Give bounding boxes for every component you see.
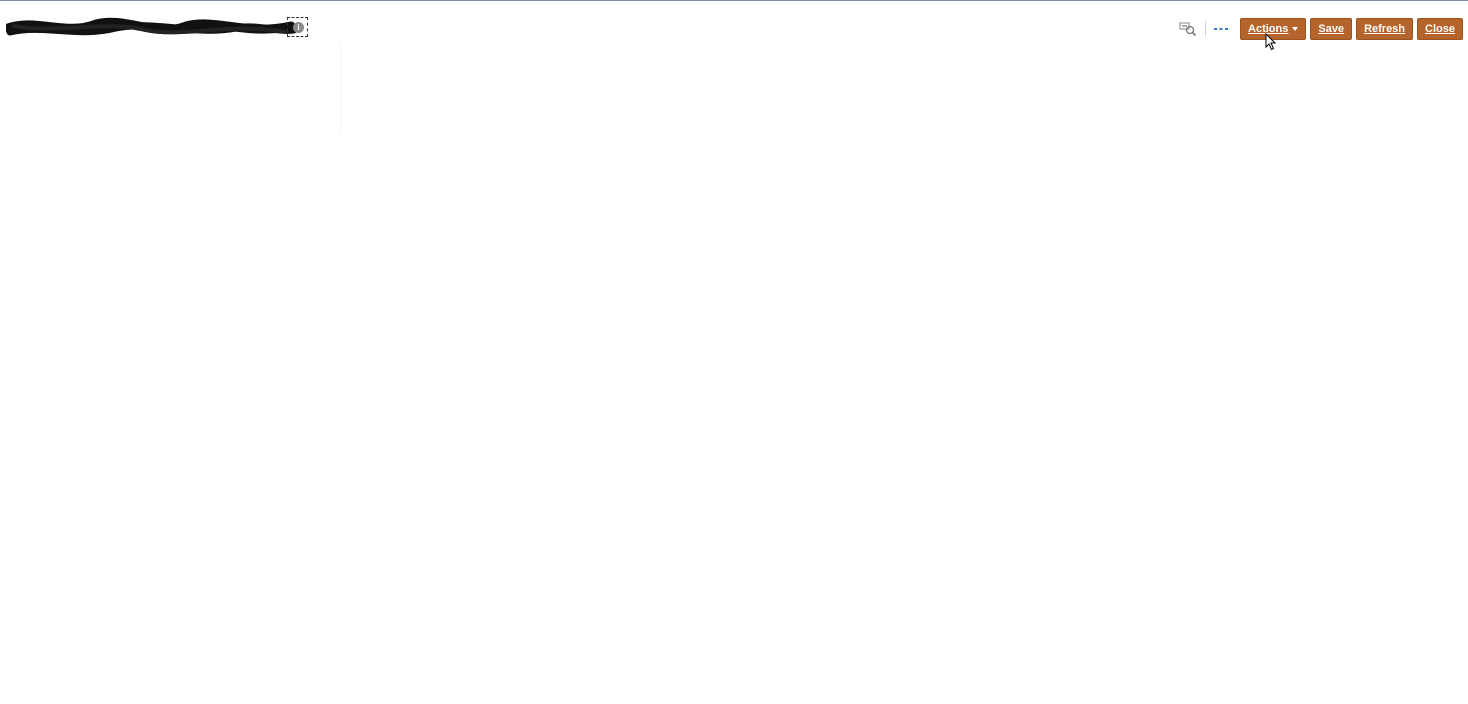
- info-button[interactable]: i: [287, 17, 308, 37]
- close-button[interactable]: Close: [1417, 18, 1463, 40]
- toolbar-separator: [1205, 21, 1207, 37]
- redacted-title-scribble: [6, 17, 298, 36]
- refresh-button-label: Refresh: [1364, 23, 1406, 35]
- save-button-label: Save: [1318, 23, 1345, 35]
- toolbar: Actions Save Refresh Close: [1177, 17, 1463, 41]
- page-title-area: i: [6, 14, 311, 42]
- save-button[interactable]: Save: [1310, 18, 1353, 40]
- divider: [340, 42, 341, 132]
- search-glasses-icon[interactable]: [1177, 18, 1199, 40]
- chevron-down-icon: [1292, 27, 1299, 31]
- close-button-label: Close: [1425, 23, 1455, 35]
- top-border: [0, 0, 1468, 1]
- refresh-button[interactable]: Refresh: [1356, 18, 1414, 40]
- info-icon: i: [293, 22, 304, 33]
- more-ellipsis-icon[interactable]: [1210, 18, 1232, 40]
- mouse-cursor-icon: [1265, 33, 1277, 51]
